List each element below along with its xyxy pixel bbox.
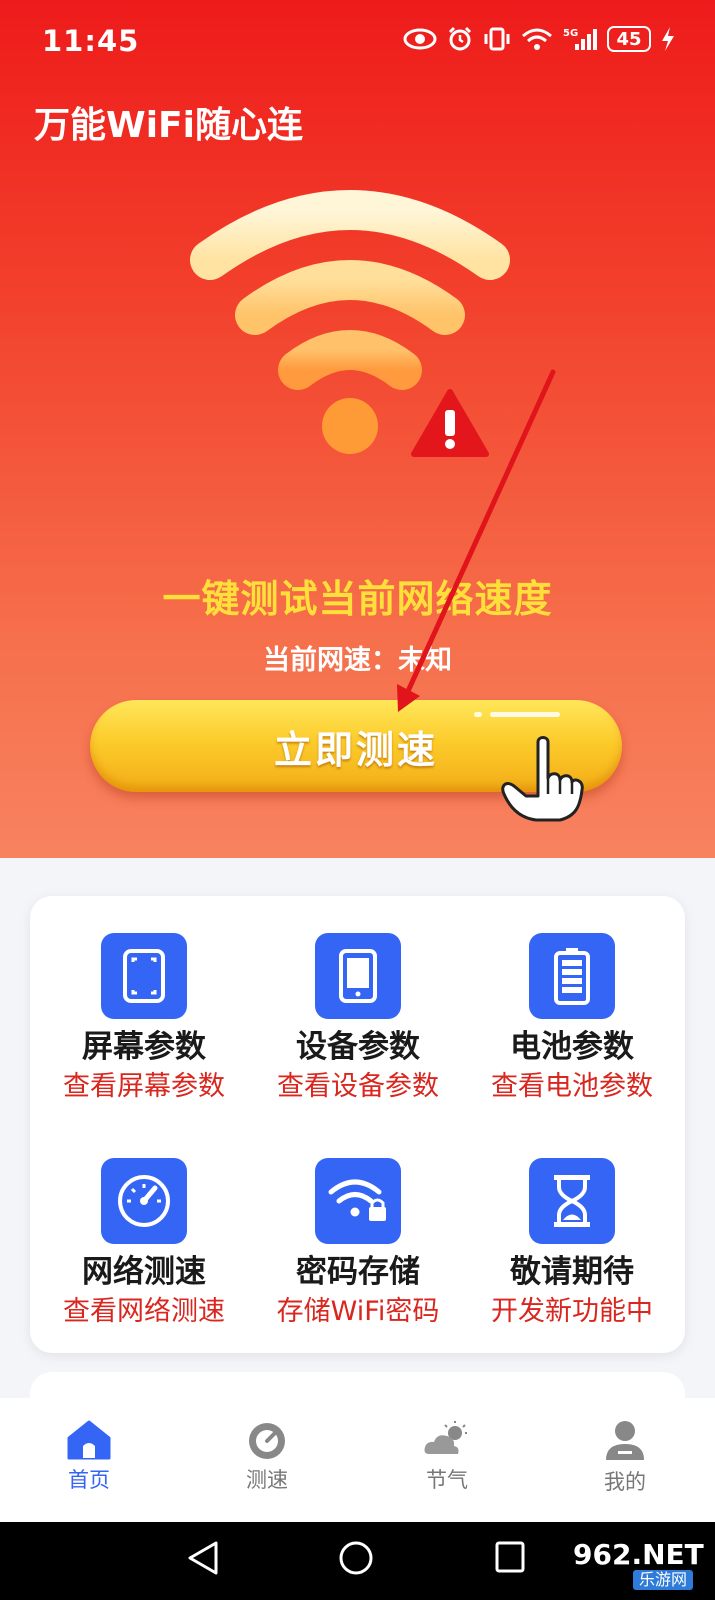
feature-device-params[interactable]: 设备参数 查看设备参数	[249, 933, 467, 1105]
alarm-icon	[447, 26, 473, 52]
back-icon[interactable]	[186, 1540, 220, 1580]
wifi-icon	[521, 27, 553, 51]
feature-coming-soon[interactable]: 敬请期待 开发新功能中	[463, 1158, 681, 1330]
battery-icon: 45	[607, 26, 651, 52]
device-icon	[315, 933, 401, 1019]
status-time: 11:45	[42, 24, 140, 58]
battery-icon	[529, 933, 615, 1019]
warning-icon	[410, 388, 490, 462]
person-icon	[565, 1420, 685, 1462]
button-gloss	[490, 712, 560, 717]
feature-subtitle: 开发新功能中	[491, 1296, 653, 1327]
feature-subtitle: 存储WiFi密码	[276, 1296, 440, 1327]
feature-title: 敬请期待	[510, 1254, 634, 1290]
status-icons: 5G 45	[403, 26, 675, 52]
bottom-navigation: 首页 测速 节气 我的	[0, 1398, 715, 1522]
feature-subtitle: 查看网络测速	[63, 1296, 225, 1327]
site-watermark: 962.NET 乐游网	[573, 1540, 705, 1596]
nav-speed-test-label: 测速	[246, 1468, 288, 1492]
feature-subtitle: 查看屏幕参数	[63, 1071, 225, 1102]
nav-home-label: 首页	[68, 1468, 110, 1492]
home-icon	[29, 1420, 149, 1460]
pointing-hand-icon	[498, 734, 594, 830]
feature-title: 电池参数	[510, 1029, 634, 1065]
charging-icon	[661, 27, 675, 51]
status-bar: 11:45 5G 45	[0, 0, 715, 80]
feature-title: 网络测速	[82, 1254, 206, 1290]
nav-home[interactable]: 首页	[29, 1420, 149, 1494]
network-type-label: 5G	[563, 28, 578, 39]
feature-card: 屏幕参数 查看屏幕参数 设备参数 查看设备参数 电池参数 查看电池参数 网络测速…	[30, 896, 685, 1353]
start-speed-test-label: 立即测速	[273, 727, 438, 772]
vibrate-icon	[483, 26, 511, 52]
feature-battery-params[interactable]: 电池参数 查看电池参数	[463, 933, 681, 1105]
feature-subtitle: 查看电池参数	[491, 1071, 653, 1102]
nav-profile-label: 我的	[604, 1470, 646, 1494]
hero-section: 11:45 5G 45 万能WiFi随心连 一键测试当前网络速度 当前网速：未知…	[0, 0, 715, 858]
feature-title: 密码存储	[296, 1254, 420, 1290]
hero-headline: 一键测试当前网络速度	[162, 577, 553, 621]
feature-title: 设备参数	[296, 1029, 420, 1065]
feature-subtitle: 查看设备参数	[277, 1071, 439, 1102]
speedometer-icon	[101, 1158, 187, 1244]
current-speed-label: 当前网速：未知	[263, 645, 452, 676]
feature-title: 屏幕参数	[82, 1029, 206, 1065]
watermark-logo: 962.NET	[573, 1538, 704, 1571]
feature-screen-params[interactable]: 屏幕参数 查看屏幕参数	[35, 933, 253, 1105]
eye-icon	[403, 28, 437, 50]
signal-icon: 5G	[563, 26, 597, 52]
nav-speed-test[interactable]: 测速	[207, 1420, 327, 1494]
feature-grid: 屏幕参数 查看屏幕参数 设备参数 查看设备参数 电池参数 查看电池参数 网络测速…	[30, 896, 685, 1353]
speedometer-icon	[207, 1420, 327, 1460]
feature-password-storage[interactable]: 密码存储 存储WiFi密码	[249, 1158, 467, 1330]
watermark-caption: 乐游网	[633, 1570, 694, 1590]
home-circle-icon[interactable]	[338, 1540, 374, 1580]
weather-icon	[387, 1420, 507, 1460]
nav-solar-terms[interactable]: 节气	[387, 1420, 507, 1494]
nav-solar-terms-label: 节气	[426, 1468, 468, 1492]
recents-icon[interactable]	[494, 1540, 526, 1578]
feature-network-speed[interactable]: 网络测速 查看网络测速	[35, 1158, 253, 1330]
screen-icon	[101, 933, 187, 1019]
nav-profile[interactable]: 我的	[565, 1420, 685, 1496]
hourglass-icon	[529, 1158, 615, 1244]
button-gloss-dot	[474, 712, 482, 717]
wifi-lock-icon	[315, 1158, 401, 1244]
app-title: 万能WiFi随心连	[34, 105, 303, 146]
